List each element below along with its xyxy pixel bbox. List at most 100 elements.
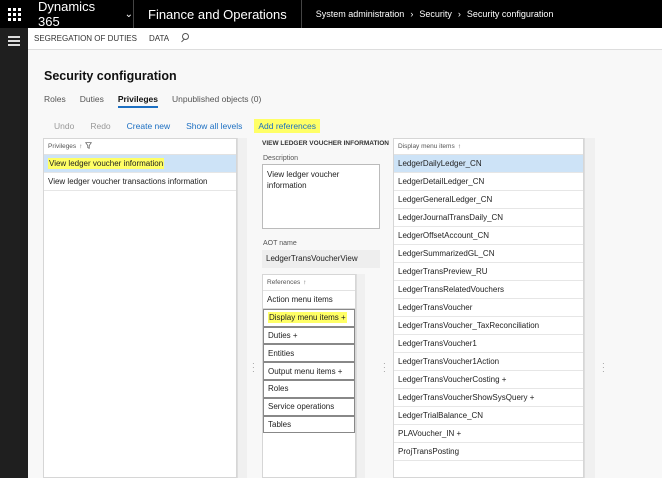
references-grid: References ↑ Action menu items Display m… — [262, 274, 356, 478]
menu-item-name: LedgerTransVoucher1Action — [398, 357, 500, 366]
reference-row[interactable]: Action menu items — [263, 291, 355, 309]
menu-item-row[interactable]: LedgerTransVoucherCosting + — [394, 371, 583, 389]
menu-item-name: ProjTransPosting — [398, 447, 460, 456]
menu-item-name: LedgerOffsetAccount_CN — [398, 231, 490, 240]
privilege-name: View ledger voucher information — [48, 158, 165, 169]
action-segregation-of-duties[interactable]: SEGREGATION OF DUTIES — [28, 34, 143, 43]
menu-item-name: LedgerSummarizedGL_CN — [398, 249, 495, 258]
references-scrollbar[interactable] — [356, 274, 365, 478]
filter-icon[interactable] — [85, 142, 93, 151]
menu-item-row[interactable]: LedgerGeneralLedger_CN — [394, 191, 583, 209]
breadcrumb-item[interactable]: System administration — [316, 9, 405, 19]
privileges-scrollbar[interactable] — [237, 138, 247, 478]
menu-item-row[interactable]: LedgerDailyLedger_CN — [394, 155, 583, 173]
menu-item-row[interactable]: LedgerTransVoucherShowSysQuery + — [394, 389, 583, 407]
reference-name: Tables — [268, 419, 292, 429]
display-menu-items-column-header[interactable]: Display menu items ↑ — [394, 139, 583, 155]
splitter-handle[interactable]: · · · — [252, 360, 255, 376]
reference-row[interactable]: Output menu items + — [263, 362, 355, 380]
tab-duties[interactable]: Duties — [80, 94, 104, 108]
navigation-rail — [0, 28, 28, 478]
description-label: Description — [263, 155, 299, 162]
display-menu-items-header-label: Display menu items — [398, 143, 455, 150]
detail-title: VIEW LEDGER VOUCHER INFORMATION — [262, 140, 389, 147]
page-title: Security configuration — [44, 69, 177, 83]
menu-item-name: PLAVoucher_IN + — [398, 429, 462, 438]
menu-item-name: LedgerDailyLedger_CN — [398, 159, 482, 168]
menu-item-row[interactable]: PLAVoucher_IN + — [394, 425, 583, 443]
breadcrumb-item[interactable]: Security — [419, 9, 452, 19]
reference-row[interactable]: Service operations — [263, 397, 355, 416]
breadcrumb: System administration › Security › Secur… — [302, 9, 554, 19]
menu-item-row[interactable]: LedgerJournalTransDaily_CN — [394, 209, 583, 227]
menu-item-row[interactable]: LedgerTransPreview_RU — [394, 263, 583, 281]
chevron-down-icon: ⌄ — [124, 8, 133, 20]
tab-strip: Roles Duties Privileges Unpublished obje… — [44, 94, 261, 108]
menu-item-name: LedgerGeneralLedger_CN — [398, 195, 493, 204]
splitter-handle[interactable]: · · · — [602, 360, 605, 376]
brand-label: Dynamics 365 — [38, 0, 96, 29]
chevron-right-icon: › — [457, 9, 461, 19]
privilege-row[interactable]: View ledger voucher information — [44, 155, 236, 173]
chevron-right-icon: › — [410, 9, 414, 19]
splitter-handle[interactable]: · · · — [383, 360, 386, 376]
menu-item-row[interactable]: LedgerOffsetAccount_CN — [394, 227, 583, 245]
tab-privileges[interactable]: Privileges — [117, 94, 158, 108]
menu-item-name: LedgerTrialBalance_CN — [398, 411, 484, 420]
hamburger-menu-icon[interactable] — [8, 36, 20, 48]
menu-item-row[interactable]: LedgerTransVoucher — [394, 299, 583, 317]
menu-item-row[interactable]: LedgerTransVoucher_TaxReconciliation — [394, 317, 583, 335]
reference-row[interactable]: Display menu items + — [263, 308, 355, 327]
redo-button[interactable]: Redo — [90, 121, 110, 131]
toolbar: Undo Redo Create new Show all levels Add… — [54, 119, 336, 133]
app-launcher-icon[interactable] — [0, 0, 28, 28]
aot-name-label: AOT name — [263, 240, 297, 247]
references-header-label: References — [267, 279, 301, 286]
tab-roles[interactable]: Roles — [44, 94, 66, 108]
menu-item-row[interactable]: LedgerSummarizedGL_CN — [394, 245, 583, 263]
menu-item-name: LedgerTransVoucherCosting + — [398, 375, 507, 384]
reference-row[interactable]: Duties + — [263, 326, 355, 345]
description-field[interactable]: View ledger voucher information — [262, 164, 380, 229]
reference-name: Action menu items — [267, 294, 333, 304]
menu-item-row[interactable]: LedgerTransVoucher1Action — [394, 353, 583, 371]
privileges-grid: Privileges ↑ View ledger voucher informa… — [43, 138, 237, 478]
menu-item-name: LedgerTransVoucher1 — [398, 339, 477, 348]
display-menu-items-scrollbar[interactable] — [584, 138, 595, 478]
undo-button[interactable]: Undo — [54, 121, 74, 131]
menu-item-row[interactable]: LedgerDetailLedger_CN — [394, 173, 583, 191]
action-data[interactable]: DATA — [143, 34, 175, 43]
menu-item-row[interactable]: LedgerTransRelatedVouchers — [394, 281, 583, 299]
menu-item-row[interactable]: LedgerTransVoucher1 — [394, 335, 583, 353]
menu-item-name: LedgerJournalTransDaily_CN — [398, 213, 504, 222]
top-navigation-bar: Dynamics 365 ⌄ Finance and Operations Sy… — [0, 0, 662, 29]
product-switcher[interactable]: Dynamics 365 ⌄ — [28, 0, 134, 29]
sort-ascending-icon[interactable]: ↑ — [303, 279, 306, 286]
privileges-column-header[interactable]: Privileges ↑ — [44, 139, 236, 155]
reference-row[interactable]: Entities — [263, 344, 355, 363]
menu-item-row[interactable]: LedgerTrialBalance_CN — [394, 407, 583, 425]
menu-item-name: LedgerTransVoucher_TaxReconciliation — [398, 321, 540, 330]
tab-unpublished-objects[interactable]: Unpublished objects (0) — [172, 94, 261, 108]
sort-ascending-icon[interactable]: ↑ — [458, 143, 461, 150]
menu-item-row[interactable]: ProjTransPosting — [394, 443, 583, 461]
reference-row[interactable]: Tables — [263, 415, 355, 434]
action-pane: SEGREGATION OF DUTIES DATA — [28, 28, 662, 50]
privilege-row[interactable]: View ledger voucher transactions informa… — [44, 173, 236, 191]
reference-row[interactable]: Roles — [263, 379, 355, 398]
reference-name: Display menu items + — [268, 312, 347, 324]
search-icon[interactable] — [179, 32, 193, 46]
module-name[interactable]: Finance and Operations — [134, 0, 302, 28]
references-column-header[interactable]: References ↑ — [263, 275, 355, 291]
add-references-button[interactable]: Add references — [254, 119, 321, 133]
reference-name: Roles — [268, 384, 289, 394]
show-all-levels-button[interactable]: Show all levels — [186, 121, 242, 131]
sort-ascending-icon[interactable]: ↑ — [79, 143, 82, 150]
aot-name-field: LedgerTransVoucherView — [262, 250, 380, 268]
privileges-header-label: Privileges — [48, 143, 77, 150]
menu-item-name: LedgerTransPreview_RU — [398, 267, 488, 276]
reference-name: Output menu items + — [268, 366, 343, 376]
breadcrumb-item[interactable]: Security configuration — [467, 9, 554, 19]
display-menu-items-grid: Display menu items ↑ LedgerDailyLedger_C… — [393, 138, 584, 478]
create-new-button[interactable]: Create new — [127, 121, 170, 131]
